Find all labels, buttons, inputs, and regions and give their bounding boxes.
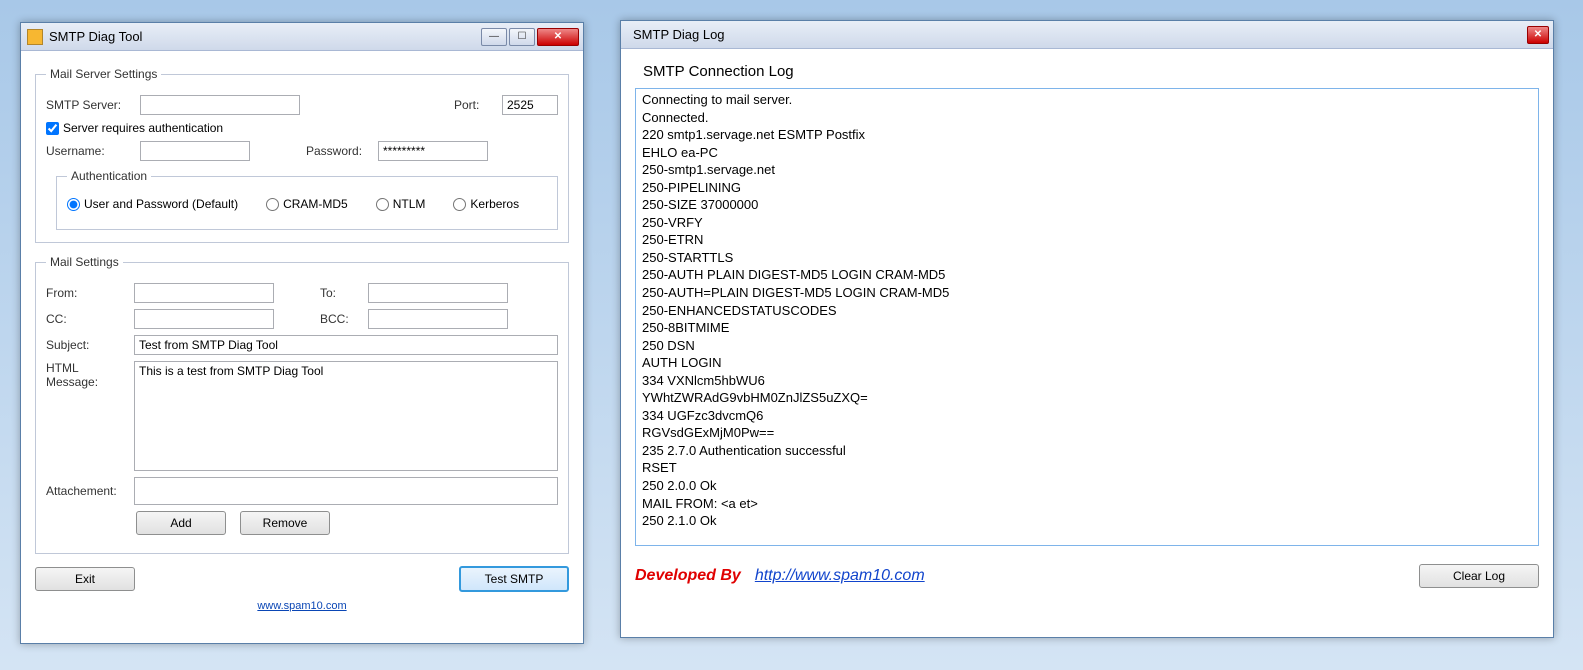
log-heading: SMTP Connection Log	[643, 63, 1539, 80]
close-button[interactable]: ✕	[537, 28, 579, 46]
mail-server-settings-legend: Mail Server Settings	[46, 67, 161, 81]
window-title: SMTP Diag Tool	[49, 29, 481, 44]
from-input[interactable]	[134, 283, 274, 303]
to-label: To:	[320, 286, 360, 300]
auth-default-radio[interactable]: User and Password (Default)	[67, 197, 238, 211]
auth-ntlm-radio[interactable]: NTLM	[376, 197, 426, 211]
port-label: Port:	[454, 98, 494, 112]
from-label: From:	[46, 286, 126, 300]
bcc-input[interactable]	[368, 309, 508, 329]
minimize-button[interactable]: —	[481, 28, 507, 46]
port-input[interactable]	[502, 95, 558, 115]
titlebar[interactable]: SMTP Diag Tool — ☐ ✕	[21, 23, 583, 51]
mail-settings-group: Mail Settings From: To: CC: BCC: Subject…	[35, 255, 569, 554]
cc-input[interactable]	[134, 309, 274, 329]
log-titlebar[interactable]: SMTP Diag Log ✕	[621, 21, 1553, 49]
html-message-label: HTML Message:	[46, 361, 126, 389]
clear-log-button[interactable]: Clear Log	[1419, 564, 1539, 588]
app-icon	[27, 29, 43, 45]
attachment-label: Attachement:	[46, 484, 126, 498]
subject-label: Subject:	[46, 338, 126, 352]
auth-kerberos-radio[interactable]: Kerberos	[453, 197, 519, 211]
log-close-button[interactable]: ✕	[1527, 26, 1549, 44]
add-button[interactable]: Add	[136, 511, 226, 535]
password-input[interactable]	[378, 141, 488, 161]
footer-link[interactable]: www.spam10.com	[257, 600, 346, 612]
mail-settings-legend: Mail Settings	[46, 255, 123, 269]
log-textbox[interactable]: Connecting to mail server. Connected. 22…	[635, 88, 1539, 546]
smtp-diag-tool-window: SMTP Diag Tool — ☐ ✕ Mail Server Setting…	[20, 22, 584, 644]
developed-by-link[interactable]: http://www.spam10.com	[755, 567, 925, 585]
maximize-button[interactable]: ☐	[509, 28, 535, 46]
requires-auth-checkbox[interactable]: Server requires authentication	[46, 121, 223, 135]
developed-by-label: Developed By	[635, 567, 741, 585]
test-smtp-button[interactable]: Test SMTP	[459, 566, 569, 592]
requires-auth-check[interactable]	[46, 122, 59, 135]
to-input[interactable]	[368, 283, 508, 303]
authentication-group: Authentication User and Password (Defaul…	[56, 169, 558, 230]
log-window-title: SMTP Diag Log	[627, 27, 1527, 42]
subject-input[interactable]	[134, 335, 558, 355]
bcc-label: BCC:	[320, 312, 360, 326]
attachment-input[interactable]	[134, 477, 558, 505]
remove-button[interactable]: Remove	[240, 511, 330, 535]
smtp-server-input[interactable]	[140, 95, 300, 115]
cc-label: CC:	[46, 312, 126, 326]
username-label: Username:	[46, 144, 132, 158]
html-message-textarea[interactable]	[134, 361, 558, 471]
exit-button[interactable]: Exit	[35, 567, 135, 591]
authentication-legend: Authentication	[67, 169, 151, 183]
smtp-server-label: SMTP Server:	[46, 98, 132, 112]
username-input[interactable]	[140, 141, 250, 161]
password-label: Password:	[306, 144, 370, 158]
mail-server-settings-group: Mail Server Settings SMTP Server: Port: …	[35, 67, 569, 243]
auth-cram-radio[interactable]: CRAM-MD5	[266, 197, 348, 211]
smtp-diag-log-window: SMTP Diag Log ✕ SMTP Connection Log Conn…	[620, 20, 1554, 638]
requires-auth-label: Server requires authentication	[63, 121, 223, 135]
